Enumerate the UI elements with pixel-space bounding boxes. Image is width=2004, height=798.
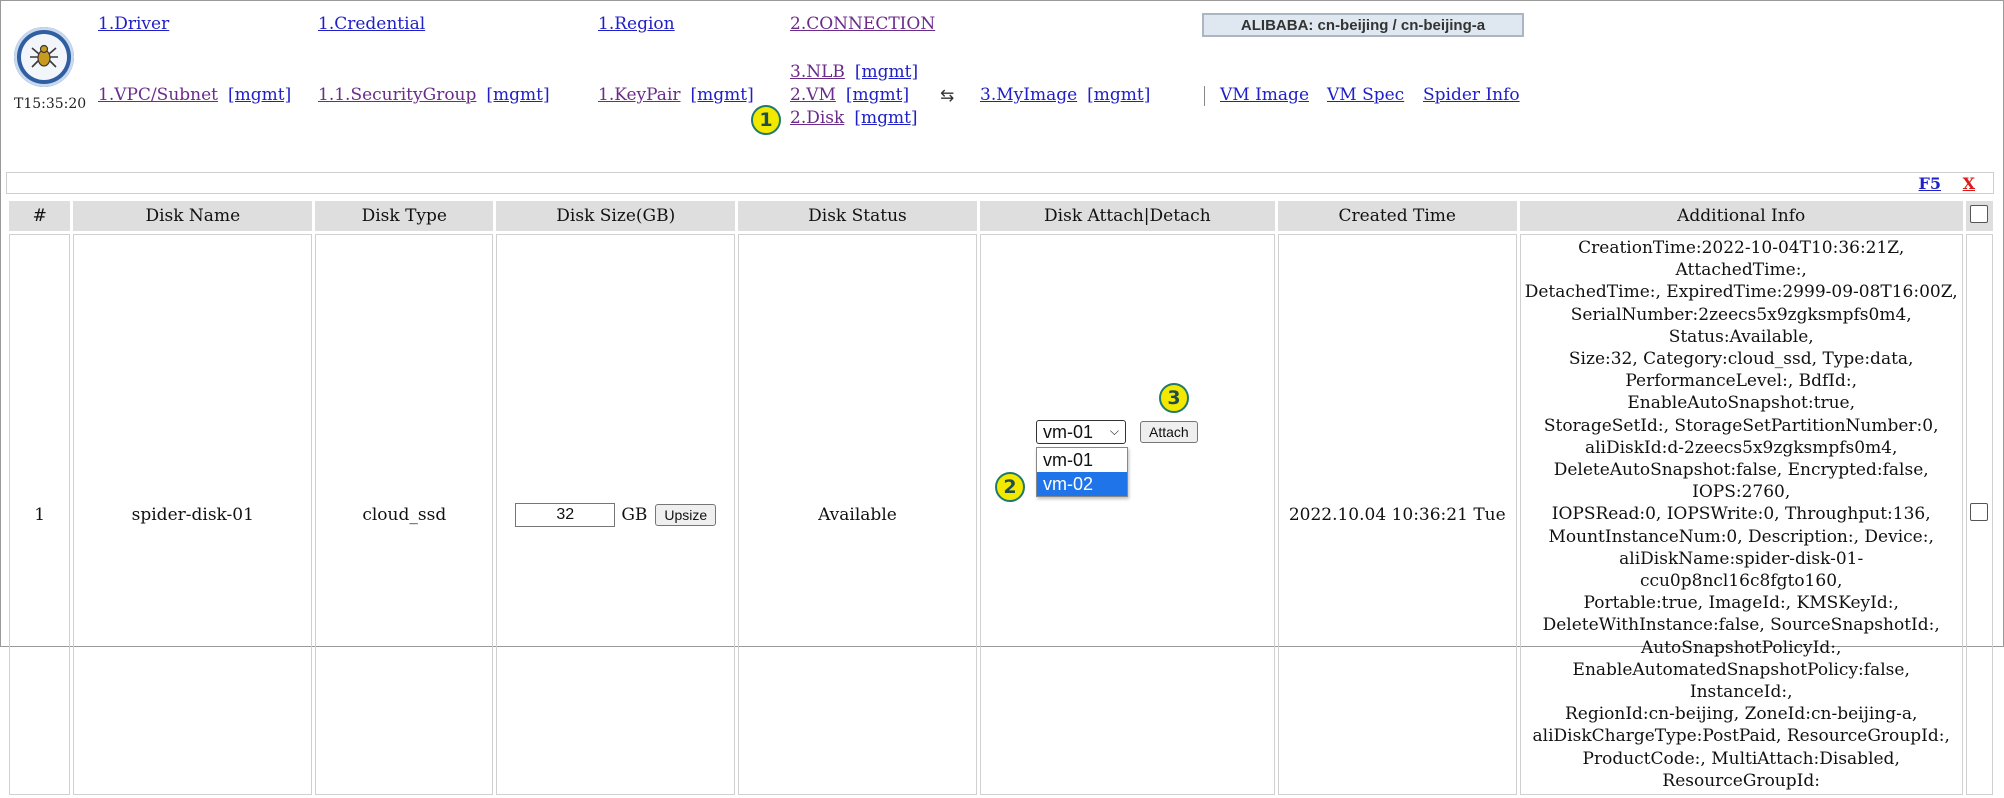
info-line: EnableAutomatedSnapshotPolicy:false, Ins… [1572, 659, 1910, 703]
info-line: MountInstanceNum:0, Description:, Device… [1548, 526, 1934, 547]
col-disk-status: Disk Status [738, 201, 977, 231]
size-unit: GB [621, 504, 648, 525]
disk-type: cloud_ssd [315, 234, 494, 796]
nav-spider-info[interactable]: Spider Info [1423, 85, 1520, 105]
swap-arrows-icon: ⇆ [940, 86, 955, 106]
chevron-down-icon: ⌵ [1109, 424, 1119, 438]
spider-logo[interactable] [14, 27, 74, 87]
info-line: SerialNumber:2zeecs5x9zgksmpfs0m4, Statu… [1570, 304, 1912, 347]
info-line: aliDiskId:d-2zeecs5x9zgksmpfs0m4, [1584, 437, 1898, 458]
info-line: DeleteAutoSnapshot:false, Encrypted:fals… [1553, 460, 1929, 503]
vm-mgmt-link[interactable]: [mgmt] [846, 85, 909, 105]
vm-dropdown-list: vm-01 vm-02 [1036, 447, 1128, 497]
myimage-mgmt-link[interactable]: [mgmt] [1087, 85, 1150, 105]
nav-keypair[interactable]: 1.KeyPair [598, 85, 681, 105]
vm-select[interactable]: vm-01 ⌵ [1036, 420, 1126, 444]
disk-table: # Disk Name Disk Type Disk Size(GB) Disk… [6, 198, 1996, 798]
info-line: aliDiskName:spider-disk-01-ccu0p8ncl16c8… [1619, 548, 1864, 592]
nav-disk[interactable]: 2.Disk [790, 108, 844, 128]
info-line: ProductCode:, MultiAttach:Disabled, Reso… [1582, 748, 1900, 791]
col-disk-size: Disk Size(GB) [496, 201, 736, 231]
info-line: CreationTime:2022-10-04T10:36:21Z, Attac… [1578, 238, 1905, 281]
info-line: DetachedTime:, ExpiredTime:2999-09-08T16… [1524, 282, 1958, 303]
info-line: RegionId:cn-beijing, ZoneId:cn-beijing-a… [1564, 704, 1918, 725]
col-disk-name: Disk Name [73, 201, 313, 231]
connection-region-display: ALIBABA: cn-beijing / cn-beijing-a [1202, 13, 1524, 37]
disk-status: Available [738, 234, 977, 796]
vm-option[interactable]: vm-01 [1037, 448, 1127, 472]
vm-option-highlighted[interactable]: vm-02 [1037, 472, 1127, 496]
row-index: 1 [9, 234, 71, 796]
nav-driver[interactable]: 1.Driver [98, 14, 169, 34]
col-index: # [9, 201, 71, 231]
vpc-mgmt-link[interactable]: [mgmt] [228, 85, 291, 105]
vm-select-value: vm-01 [1043, 421, 1094, 442]
col-disk-type: Disk Type [315, 201, 494, 231]
col-select-all [1965, 201, 1993, 231]
nav-credential[interactable]: 1.Credential [318, 14, 425, 34]
nav-vm-image[interactable]: VM Image [1220, 85, 1309, 105]
info-line: PerformanceLevel:, BdfId:, EnableAutoSna… [1625, 371, 1858, 414]
nav-region[interactable]: 1.Region [598, 14, 675, 34]
attach-button[interactable]: Attach [1140, 421, 1198, 443]
nav-nlb[interactable]: 3.NLB [790, 62, 845, 82]
col-additional-info: Additional Info [1519, 201, 1963, 231]
table-toolbar: F5 X [6, 172, 1994, 194]
created-time: 2022.10.04 10:36:21 Tue [1277, 234, 1517, 796]
info-line: Size:32, Category:cloud_ssd, Type:data, [1568, 349, 1914, 370]
annotation-badge-1: 1 [751, 105, 781, 135]
close-link[interactable]: X [1963, 174, 1975, 193]
additional-info: CreationTime:2022-10-04T10:36:21Z, Attac… [1519, 234, 1963, 796]
spider-icon [30, 44, 58, 68]
table-header-row: # Disk Name Disk Type Disk Size(GB) Disk… [9, 201, 1993, 231]
disk-name: spider-disk-01 [73, 234, 313, 796]
header-separator [1204, 86, 1205, 106]
info-line: DeleteWithInstance:false, SourceSnapshot… [1542, 615, 1940, 636]
table-row: 1 spider-disk-01 cloud_ssd 32 GB Upsize Av… [9, 234, 1993, 796]
select-all-checkbox[interactable] [1970, 204, 1989, 223]
info-line: StorageSetId:, StorageSetPartitionNumber… [1543, 415, 1939, 436]
nav-vm-spec[interactable]: VM Spec [1327, 85, 1404, 105]
info-line: IOPSRead:0, IOPSWrite:0, Throughput:136, [1551, 504, 1931, 525]
col-created-time: Created Time [1277, 201, 1517, 231]
info-line: AutoSnapshotPolicyId:, [1641, 637, 1842, 658]
row-checkbox[interactable] [1970, 503, 1989, 522]
security-group-mgmt-link[interactable]: [mgmt] [486, 85, 549, 105]
attach-detach-cell [979, 234, 1275, 796]
nav-security-group[interactable]: 1.1.SecurityGroup [318, 85, 476, 105]
nlb-mgmt-link[interactable]: [mgmt] [855, 62, 918, 82]
disk-size-input[interactable]: 32 [515, 502, 616, 527]
refresh-link[interactable]: F5 [1919, 174, 1942, 193]
nav-connection[interactable]: 2.CONNECTION [790, 14, 935, 34]
info-line: Portable:true, ImageId:, KMSKeyId:, [1583, 593, 1899, 614]
keypair-mgmt-link[interactable]: [mgmt] [691, 85, 754, 105]
disk-mgmt-link[interactable]: [mgmt] [854, 108, 917, 128]
info-line: aliDiskChargeType:PostPaid, ResourceGrou… [1532, 726, 1950, 747]
disk-size-cell: 32 GB Upsize [496, 234, 736, 796]
col-attach-detach: Disk Attach|Detach [979, 201, 1275, 231]
clock-time: T15:35:20 [14, 96, 87, 112]
nav-myimage[interactable]: 3.MyImage [980, 85, 1077, 105]
row-select-cell [1965, 234, 1993, 796]
nav-vpc-subnet[interactable]: 1.VPC/Subnet [98, 85, 218, 105]
nav-vm[interactable]: 2.VM [790, 85, 836, 105]
upsize-button[interactable]: Upsize [655, 503, 717, 526]
